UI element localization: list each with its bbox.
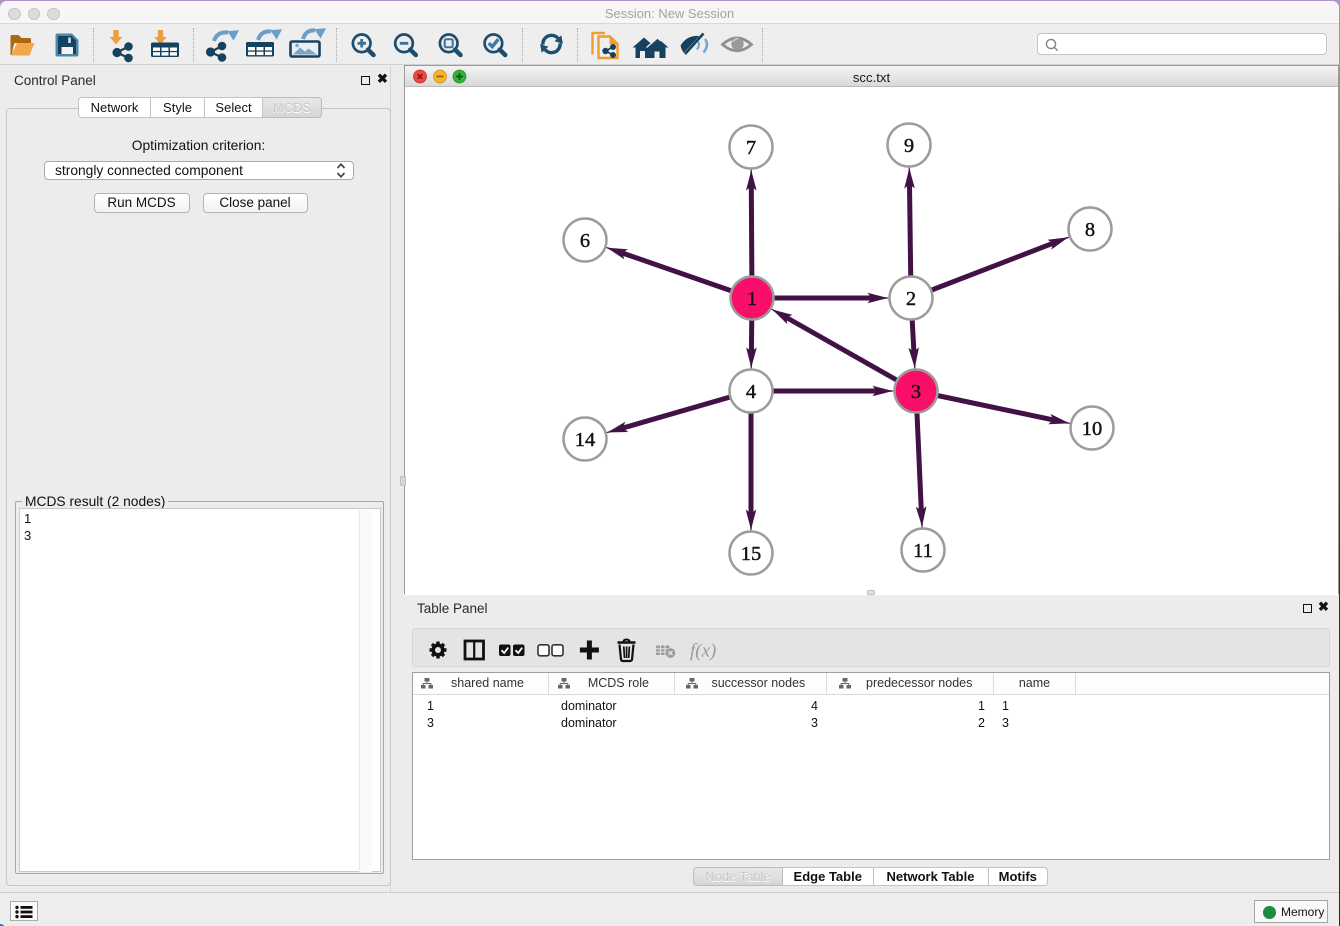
svg-text:7: 7 bbox=[745, 137, 755, 159]
svg-text:14: 14 bbox=[574, 429, 595, 451]
svg-text:4: 4 bbox=[745, 381, 755, 403]
svg-text:15: 15 bbox=[740, 543, 761, 565]
svg-text:3: 3 bbox=[910, 381, 920, 403]
svg-text:6: 6 bbox=[579, 230, 589, 252]
svg-text:2: 2 bbox=[905, 288, 915, 310]
svg-text:10: 10 bbox=[1081, 418, 1102, 440]
svg-text:9: 9 bbox=[903, 135, 913, 157]
svg-text:1: 1 bbox=[746, 288, 756, 310]
svg-text:f(x): f(x) bbox=[690, 641, 716, 662]
svg-text:11: 11 bbox=[913, 540, 933, 562]
svg-text:8: 8 bbox=[1084, 219, 1094, 241]
